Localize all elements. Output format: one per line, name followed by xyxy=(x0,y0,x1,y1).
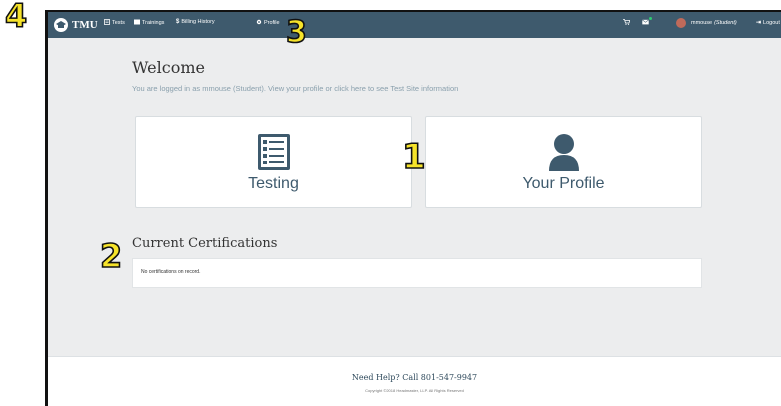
nav-billing-history[interactable]: $ Billing History xyxy=(176,19,215,25)
dollar-icon: $ xyxy=(176,19,180,25)
nav-profile-label: Profile xyxy=(264,20,280,26)
profile-card[interactable]: Your Profile xyxy=(425,116,702,208)
help-phone-text: Need Help? Call 801-547-9947 xyxy=(351,373,478,382)
annotation-callout-1: 1 xyxy=(401,137,426,177)
nav-trainings-label: Trainings xyxy=(142,20,165,26)
logout-icon: ⇥ xyxy=(756,20,762,26)
annotation-callout-3: 3 xyxy=(285,15,307,50)
logout-label: Logout xyxy=(763,19,780,26)
book-icon xyxy=(134,19,140,27)
testing-card[interactable]: Testing xyxy=(135,116,412,208)
nav-tests[interactable]: Tests xyxy=(104,19,125,27)
certifications-title: Current Certifications xyxy=(132,236,278,251)
list-icon xyxy=(104,19,110,27)
logout-link[interactable]: ⇥ Logout xyxy=(756,19,780,27)
annotation-callout-2: 2 xyxy=(99,237,123,275)
nav-profile[interactable]: Profile xyxy=(256,19,280,27)
graduation-cap-icon xyxy=(54,18,68,32)
nav-billing-label: Billing History xyxy=(181,19,215,25)
mail-icon[interactable] xyxy=(642,17,652,25)
brand-name: TMU xyxy=(72,19,98,31)
annotation-callout-4: 4 xyxy=(4,0,28,35)
footer: Need Help? Call 801-547-9947 Copyright ©… xyxy=(48,356,781,406)
page-title: Welcome xyxy=(132,58,205,77)
browser-viewport: TMU Tests Trainings $ Billing History Pr… xyxy=(48,12,781,406)
avatar xyxy=(676,18,686,28)
user-role: (Student) xyxy=(714,20,737,26)
cart-icon[interactable] xyxy=(623,19,630,25)
gear-icon xyxy=(256,19,262,27)
nav-trainings[interactable]: Trainings xyxy=(134,19,164,27)
testing-card-label: Testing xyxy=(248,175,299,192)
top-navbar: TMU Tests Trainings $ Billing History Pr… xyxy=(48,12,781,38)
profile-card-label: Your Profile xyxy=(522,175,605,192)
certifications-panel: No certifications on record. xyxy=(132,258,702,288)
checklist-icon xyxy=(136,133,411,171)
user-icon xyxy=(426,133,701,171)
brand-link[interactable]: TMU xyxy=(54,16,98,34)
notification-dot xyxy=(649,17,652,20)
user-name: mmouse xyxy=(691,20,713,26)
nav-tests-label: Tests xyxy=(112,20,125,26)
copyright-text: Copyright ©2018 Headmaster, LLP. All Rig… xyxy=(365,388,464,393)
user-menu[interactable]: mmouse (Student) xyxy=(676,18,737,28)
welcome-subtitle: You are logged in as mmouse (Student). V… xyxy=(132,84,459,93)
certifications-empty-text: No certifications on record. xyxy=(141,269,201,275)
